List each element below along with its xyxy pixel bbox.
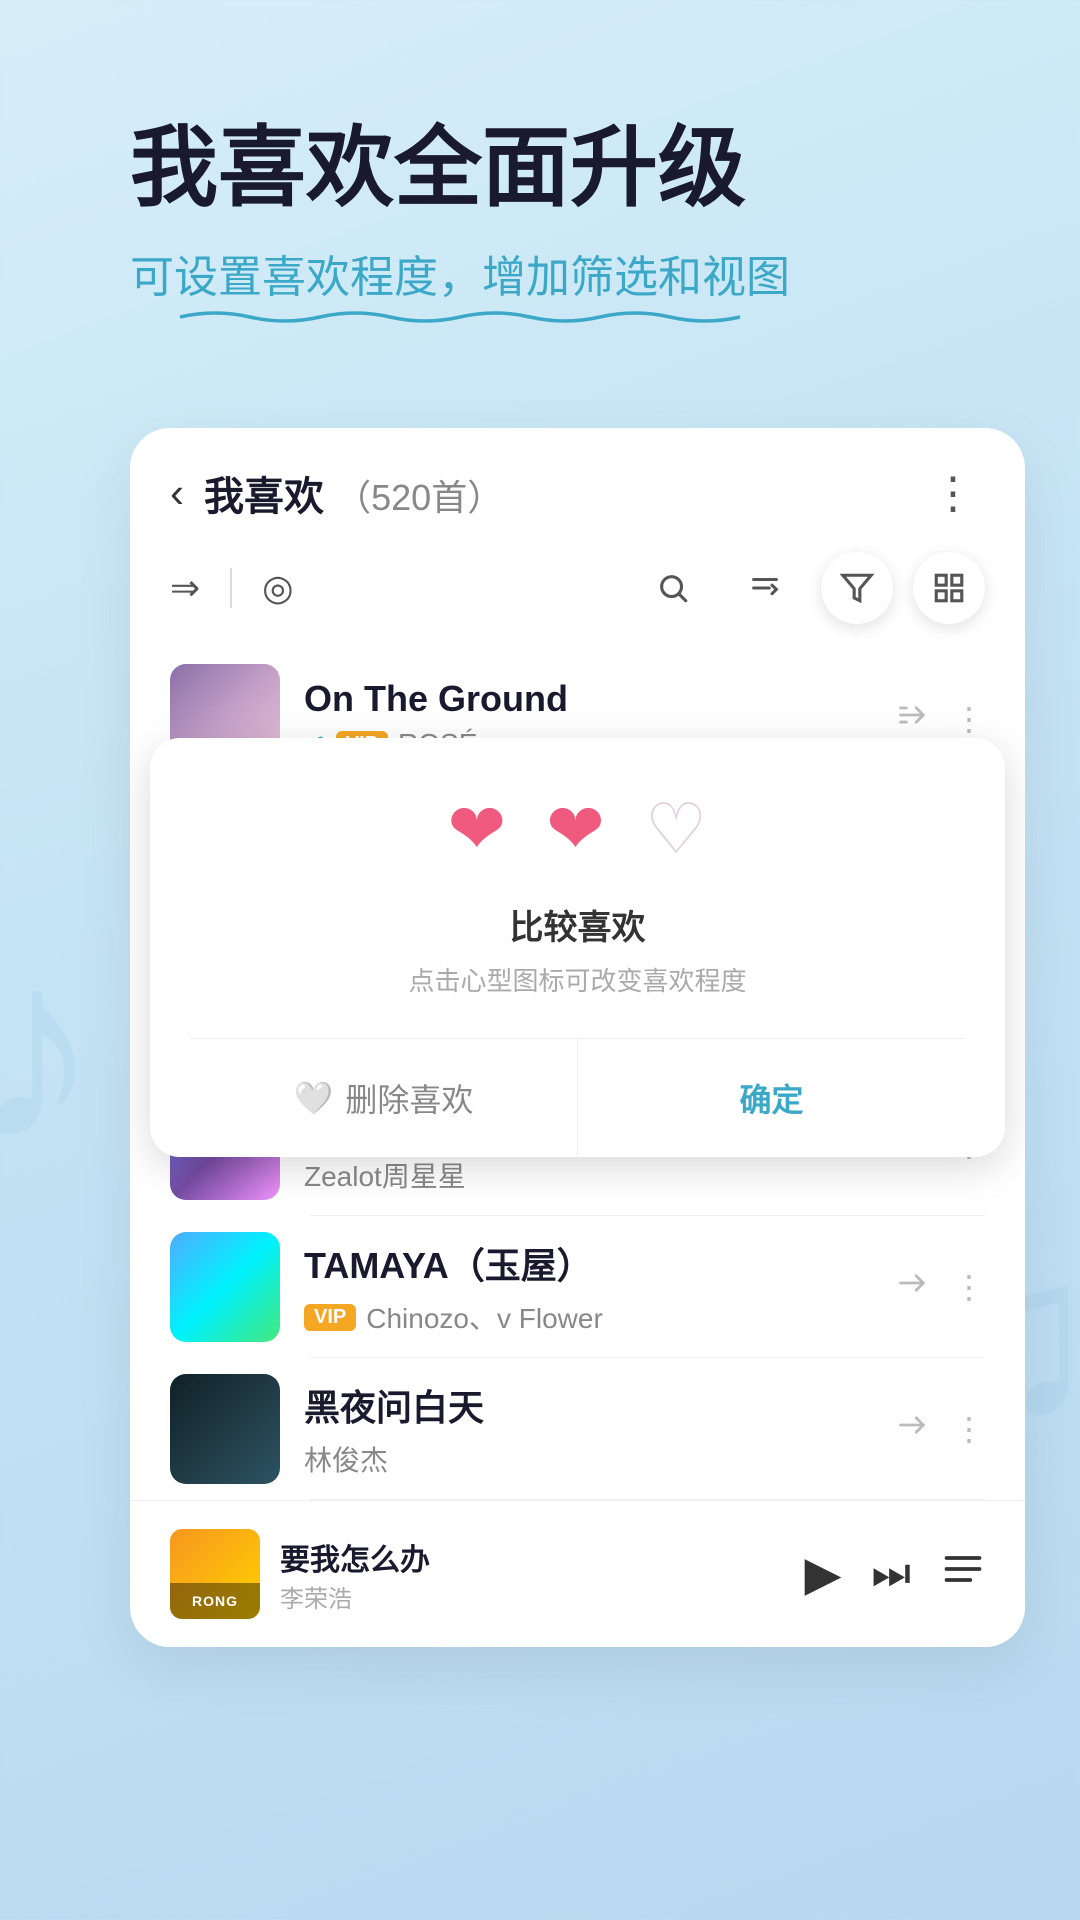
main-card: ‹ 我喜欢 （520首） ⋮ ⇒ ◎ [130, 428, 1025, 1647]
song-actions: ⋮ [895, 1266, 985, 1308]
toolbar: ⇒ ◎ [130, 542, 1025, 648]
now-playing-title: 要我怎么办 [280, 1535, 804, 1579]
playlist-title: 我喜欢 （520首） [204, 464, 921, 522]
favorite-popup: ❤ ❤ ♡ 比较喜欢 点击心型图标可改变喜欢程度 🤍 删除喜欢 确定 [150, 738, 1005, 1157]
heart-1-icon[interactable]: ❤ [447, 788, 506, 870]
delete-favorite-button[interactable]: 🤍 删除喜欢 [190, 1039, 578, 1157]
grid-button[interactable] [913, 552, 985, 624]
now-playing-artist: 李荣浩 [280, 1579, 804, 1614]
popup-actions: 🤍 删除喜欢 确定 [190, 1038, 965, 1157]
search-button[interactable] [637, 552, 709, 624]
song-info: 黑夜问白天 林俊杰 [304, 1379, 871, 1479]
bg-deco-left: ♪ [0, 900, 100, 1199]
heart-delete-icon: 🤍 [294, 1079, 334, 1117]
song-thumbnail [170, 1232, 280, 1342]
wavy-underline [130, 308, 790, 326]
song-item[interactable]: 黑夜问白天 林俊杰 ⋮ [130, 1358, 1025, 1500]
song-actions: ⋮ [895, 698, 985, 740]
add-to-queue-icon[interactable] [895, 698, 929, 740]
song-title: 黑夜问白天 [304, 1379, 871, 1431]
more-song-icon[interactable]: ⋮ [953, 1410, 985, 1448]
back-button[interactable]: ‹ [170, 469, 184, 517]
song-artist: 林俊杰 [304, 1439, 388, 1479]
card-header: ‹ 我喜欢 （520首） ⋮ [130, 428, 1025, 542]
top-section: 我喜欢全面升级 可设置喜欢程度，增加筛选和视图 [0, 0, 1080, 368]
song-artist: Zealot周星星 [304, 1155, 466, 1195]
more-song-icon[interactable]: ⋮ [953, 1268, 985, 1306]
player-controls: ▶ ⏭ [804, 1546, 985, 1602]
song-title: TAMAYA（玉屋） [304, 1237, 871, 1289]
filter-button[interactable] [821, 552, 893, 624]
song-title: On The Ground [304, 678, 871, 720]
add-to-queue-icon[interactable] [895, 1408, 929, 1450]
favorite-popup-overlay: ❤ ❤ ♡ 比较喜欢 点击心型图标可改变喜欢程度 🤍 删除喜欢 确定 [130, 738, 1025, 1157]
heart-2-icon[interactable]: ❤ [546, 788, 605, 870]
vip-badge: VIP [304, 1304, 356, 1331]
confirm-button[interactable]: 确定 [578, 1039, 965, 1157]
play-order-icon[interactable]: ⇒ [170, 567, 200, 609]
song-thumbnail [170, 1374, 280, 1484]
main-title: 我喜欢全面升级 [130, 120, 1000, 217]
popup-hearts: ❤ ❤ ♡ [190, 788, 965, 870]
heart-3-icon[interactable]: ♡ [645, 788, 708, 870]
song-list: ❤️ On The Ground ✔ VIP ROSÉ ⋮ [130, 648, 1025, 1647]
song-artist: Chinozo、v Flower [366, 1297, 603, 1337]
song-item[interactable]: TAMAYA（玉屋） VIP Chinozo、v Flower ⋮ [130, 1216, 1025, 1358]
bottom-player-bar: RONG 要我怎么办 李荣浩 ▶ ⏭ [130, 1500, 1025, 1647]
play-button[interactable]: ▶ [804, 1546, 841, 1602]
more-song-icon[interactable]: ⋮ [953, 700, 985, 738]
toolbar-divider [230, 568, 232, 608]
sort-button[interactable] [729, 552, 801, 624]
timer-icon[interactable]: ◎ [262, 567, 293, 609]
song-info: TAMAYA（玉屋） VIP Chinozo、v Flower [304, 1237, 871, 1337]
popup-label: 比较喜欢 [190, 900, 965, 949]
song-actions: ⋮ [895, 1408, 985, 1450]
add-to-queue-icon[interactable] [895, 1266, 929, 1308]
now-playing-info: 要我怎么办 李荣浩 [280, 1535, 804, 1614]
more-button[interactable]: ⋮ [921, 468, 985, 519]
popup-hint: 点击心型图标可改变喜欢程度 [190, 961, 965, 998]
next-button[interactable]: ⏭ [871, 1549, 911, 1599]
playlist-button[interactable] [941, 1547, 985, 1602]
now-playing-thumbnail: RONG [170, 1529, 260, 1619]
subtitle: 可设置喜欢程度，增加筛选和视图 [130, 247, 790, 309]
